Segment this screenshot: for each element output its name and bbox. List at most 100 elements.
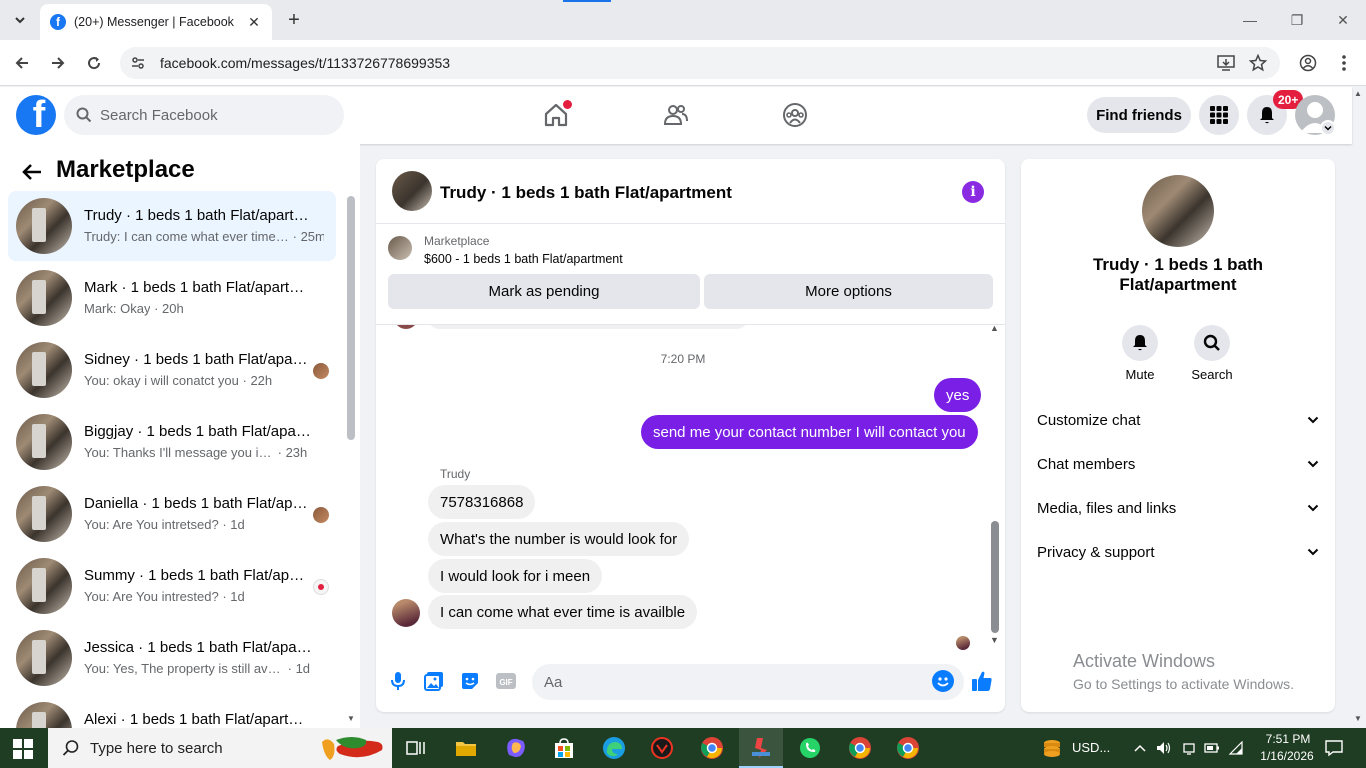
listing-description[interactable]: $600 - 1 beds 1 bath Flat/apartment — [424, 252, 623, 266]
search-in-conversation-button[interactable]: Search — [1182, 325, 1242, 382]
edge-browser-icon[interactable] — [600, 734, 628, 762]
reload-button[interactable] — [82, 51, 106, 75]
minimize-button[interactable]: — — [1238, 8, 1262, 32]
conversation-item[interactable]: Alexi · 1 beds 1 bath Flat/apartment — [8, 695, 336, 728]
privacy-support-section[interactable]: Privacy & support — [1037, 534, 1319, 570]
message-bubble-outgoing[interactable]: yes — [934, 378, 982, 412]
show-hidden-icons-chevron-icon[interactable] — [1132, 740, 1148, 756]
search-label: Search — [1191, 367, 1233, 382]
chrome-icon[interactable] — [846, 734, 874, 762]
battery-icon[interactable] — [1204, 740, 1220, 756]
conversation-avatar — [16, 558, 72, 614]
taskbar-search-box[interactable]: Type here to search — [48, 728, 392, 768]
message-bubble-incoming[interactable]: What's the number is would look for — [428, 522, 690, 556]
conversation-name: Sidney · 1 beds 1 bath Flat/apartment — [84, 351, 312, 368]
listing-thumbnail[interactable] — [388, 236, 412, 260]
chrome-icon[interactable] — [894, 734, 922, 762]
scroll-down-arrow-icon[interactable]: ▼ — [347, 714, 355, 723]
find-friends-button[interactable]: Find friends — [1087, 97, 1191, 133]
conversation-item[interactable]: Sidney · 1 beds 1 bath Flat/apartment Yo… — [8, 335, 336, 405]
file-explorer-icon[interactable] — [452, 734, 480, 762]
conversation-list-scrollbar[interactable] — [347, 196, 355, 440]
volume-icon[interactable] — [1156, 740, 1172, 756]
conversation-name: Summy · 1 beds 1 bath Flat/apartment — [84, 567, 312, 584]
gif-icon[interactable]: GIF — [495, 670, 517, 692]
clock-time[interactable]: 7:51 PM — [1260, 732, 1316, 746]
windows-start-icon[interactable] — [12, 738, 34, 760]
conversation-item[interactable]: Mark · 1 beds 1 bath Flat/apartment Mark… — [8, 263, 336, 333]
message-bubble-incoming[interactable]: I would look for i meen — [428, 559, 603, 593]
browser-menu-icon[interactable] — [1332, 51, 1356, 75]
tab-close-icon[interactable]: ✕ — [246, 14, 262, 30]
install-app-icon[interactable] — [1214, 51, 1238, 75]
contact-avatar[interactable] — [1142, 175, 1214, 247]
restore-button[interactable]: ❐ — [1285, 8, 1309, 32]
menu-grid-icon[interactable] — [1199, 95, 1239, 135]
read-receipt-avatar — [313, 507, 329, 523]
friends-icon[interactable] — [662, 101, 690, 129]
active-app-icon[interactable] — [747, 734, 775, 762]
conversation-item[interactable]: Jessica · 1 beds 1 bath Flat/apartment Y… — [8, 623, 336, 693]
groups-icon[interactable] — [781, 101, 809, 129]
chrome-profile-icon[interactable] — [698, 734, 726, 762]
bookmark-star-icon[interactable] — [1246, 51, 1270, 75]
emoji-icon[interactable] — [932, 670, 954, 692]
conversation-avatar — [16, 630, 72, 686]
forward-button[interactable] — [46, 51, 70, 75]
message-bubble-incoming[interactable]: I can come what ever time is availble — [428, 595, 698, 629]
media-files-links-section[interactable]: Media, files and links — [1037, 490, 1319, 526]
new-tab-button[interactable]: + — [282, 8, 306, 32]
scroll-up-arrow-icon[interactable]: ▲ — [990, 323, 999, 333]
page-scroll-up-arrow-icon[interactable]: ▲ — [1354, 89, 1362, 98]
chili-peppers-icon — [322, 737, 383, 760]
message-bubble-outgoing[interactable]: send me your contact number I will conta… — [641, 415, 978, 449]
more-options-button[interactable]: More options — [704, 274, 993, 309]
close-window-button[interactable]: ✕ — [1331, 8, 1355, 32]
copilot-icon[interactable] — [502, 734, 530, 762]
chat-members-section[interactable]: Chat members — [1037, 446, 1319, 482]
message-bubble-incoming[interactable]: 7578316868 — [428, 485, 536, 519]
account-chevron-down-icon[interactable] — [1320, 120, 1336, 136]
search-placeholder: Search Facebook — [100, 106, 218, 124]
conversation-item[interactable]: Daniella · 1 beds 1 bath Flat/apartment … — [8, 479, 336, 549]
thumbs-up-icon[interactable] — [971, 670, 993, 692]
back-button[interactable] — [10, 51, 34, 75]
browser-tab-messenger[interactable]: f (20+) Messenger | Facebook ✕ — [40, 4, 272, 40]
conversation-item[interactable]: Trudy · 1 beds 1 bath Flat/apartment Tru… — [8, 191, 336, 261]
currency-widget-text[interactable]: USD... — [1072, 740, 1110, 755]
conversation-item[interactable]: Biggjay · 1 beds 1 bath Flat/apartment Y… — [8, 407, 336, 477]
customize-chat-section[interactable]: Customize chat — [1037, 402, 1319, 438]
conversation-item[interactable]: Summy · 1 beds 1 bath Flat/apartment You… — [8, 551, 336, 621]
tab-search-chevron-icon[interactable] — [8, 8, 32, 32]
browser-profile-icon[interactable] — [1296, 51, 1320, 75]
task-view-icon[interactable] — [402, 734, 430, 762]
chat-avatar[interactable] — [392, 171, 432, 211]
notification-center-icon[interactable] — [1325, 739, 1343, 757]
message-thread-scrollbar[interactable] — [991, 521, 999, 633]
game-app-icon[interactable] — [648, 734, 676, 762]
mute-button[interactable]: Mute — [1110, 325, 1170, 382]
site-settings-icon[interactable] — [130, 55, 146, 71]
scroll-down-arrow-icon[interactable]: ▼ — [990, 635, 999, 645]
chevron-down-icon — [1307, 504, 1319, 512]
sender-avatar[interactable] — [392, 599, 420, 627]
back-arrow-icon[interactable] — [20, 160, 44, 184]
address-bar[interactable]: facebook.com/messages/t/1133726778699353 — [120, 47, 1280, 79]
wifi-icon[interactable] — [1228, 740, 1244, 756]
page-scroll-down-arrow-icon[interactable]: ▼ — [1354, 714, 1362, 723]
chat-title[interactable]: Trudy · 1 beds 1 bath Flat/apartment — [440, 183, 732, 203]
tab-title: (20+) Messenger | Facebook — [74, 15, 234, 29]
message-input[interactable]: Aa — [532, 664, 964, 700]
photo-gallery-icon[interactable] — [423, 670, 445, 692]
whatsapp-icon[interactable] — [796, 734, 824, 762]
device-icon[interactable] — [1181, 740, 1197, 756]
sticker-icon[interactable] — [459, 670, 481, 692]
mark-as-pending-button[interactable]: Mark as pending — [388, 274, 700, 309]
facebook-logo-icon[interactable]: f — [16, 95, 56, 135]
microsoft-store-icon[interactable] — [550, 734, 578, 762]
currency-widget-icon[interactable] — [1038, 734, 1066, 762]
clock-date[interactable]: 1/16/2026 — [1256, 749, 1318, 763]
info-icon[interactable]: i — [962, 181, 984, 203]
microphone-icon[interactable] — [387, 670, 409, 692]
facebook-search-input[interactable]: Search Facebook — [64, 95, 344, 135]
